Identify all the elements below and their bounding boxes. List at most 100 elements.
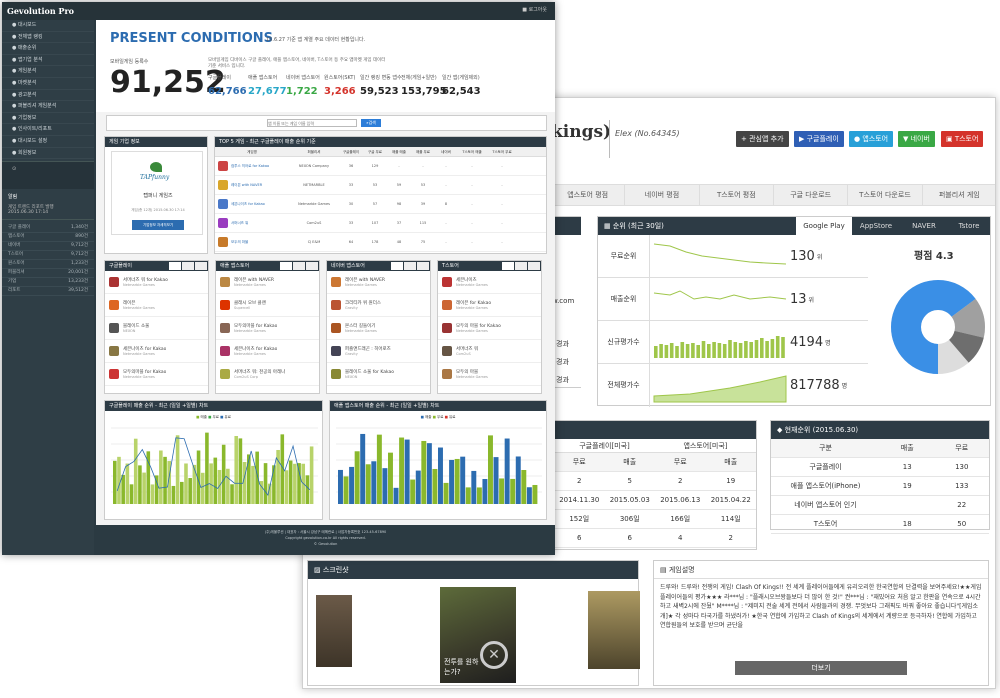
circle-chevron-icon: ⊙ bbox=[12, 166, 17, 173]
list-item[interactable]: 레이븐 Netmarble Games bbox=[105, 294, 208, 317]
tstore-button[interactable]: ▣ T스토어 bbox=[941, 131, 984, 147]
tab-tstore-download[interactable]: T스토어 다운로드 bbox=[848, 185, 923, 205]
sidebar-item[interactable]: ● 인사이트/리포트 bbox=[2, 124, 94, 136]
publisher-name: Com2uS Corp bbox=[234, 375, 259, 379]
table-row[interactable]: 컴투스 히어로 for Kakao NEXON Company 36 129 - - - - - bbox=[215, 157, 546, 176]
tab-publisher-games[interactable]: 퍼블리셔 게임 bbox=[923, 185, 995, 205]
list-item[interactable]: 블레이드 소울 NEXON bbox=[105, 317, 208, 340]
list-tab[interactable] bbox=[515, 262, 527, 270]
list-item[interactable]: 모두의 마블 for Kakao Netmarble Games bbox=[438, 317, 541, 340]
list-item[interactable]: 클래시 오브 클랜 Supercell bbox=[216, 294, 319, 317]
column-header: 네이버 bbox=[441, 150, 451, 154]
list-item[interactable]: 블레이드 소울 for Kakao NEXON bbox=[327, 363, 430, 386]
table-row: T스토어 18 50 bbox=[771, 515, 989, 534]
user-menu[interactable]: ■ 로그아웃 bbox=[522, 6, 547, 13]
tab-naver-rating[interactable]: 네이버 평점 bbox=[625, 185, 700, 205]
list-tab[interactable] bbox=[195, 262, 207, 270]
app-store-button[interactable]: ● 앱스토어 bbox=[849, 131, 894, 147]
sidebar-item[interactable]: ● 게임분석 bbox=[2, 66, 94, 78]
sidebar-item[interactable]: ● 매출순위 bbox=[2, 43, 94, 55]
list-item[interactable]: 크리티카 위 원더스 Gravity bbox=[327, 294, 430, 317]
tab-google-download[interactable]: 구글 다운로드 bbox=[774, 185, 849, 205]
add-favorite-button[interactable]: + 관심앱 추가 bbox=[736, 131, 789, 147]
cell-value: - bbox=[471, 221, 473, 225]
sidebar-item[interactable]: ● 앱기업 분석 bbox=[2, 55, 94, 67]
list-tab[interactable] bbox=[306, 262, 318, 270]
google-play-button[interactable]: ▶ 구글플레이 bbox=[794, 131, 844, 147]
screenshot-thumb[interactable] bbox=[588, 591, 640, 669]
sidebar-nav: ● 대시보드 ● 전체앱 랭킹 ● 매출순위 ● 앱기업 분석 ● 게임분석 ● 마켓분석… bbox=[2, 20, 94, 160]
list-item-text: 레이븐 with NAVER Netmarble Games bbox=[345, 277, 385, 287]
tab-google-play[interactable]: Google Play bbox=[796, 217, 852, 235]
tab-naver[interactable]: NAVER bbox=[900, 217, 948, 235]
list-item[interactable]: 레이븐 with NAVER Netmarble Games bbox=[327, 271, 430, 294]
sidebar-stat-row: 네이버 9,712건 bbox=[2, 242, 94, 252]
list-item[interactable]: 세븐나이츠 for Kakao Netmarble Games bbox=[216, 340, 319, 363]
cell-value: - bbox=[501, 183, 503, 187]
tab-tstore-rating[interactable]: T스토어 평점 bbox=[700, 185, 774, 205]
list-tab[interactable] bbox=[502, 262, 514, 270]
list-item[interactable]: 몬스터 길들이기 Netmarble Games bbox=[327, 317, 430, 340]
search-button[interactable]: ⌕검색 bbox=[361, 119, 381, 127]
list-tab[interactable] bbox=[182, 262, 194, 270]
list-tab[interactable] bbox=[404, 262, 416, 270]
list-item[interactable]: 서머너즈 워 for Kakao Netmarble Games bbox=[105, 271, 208, 294]
more-button[interactable]: 더보기 bbox=[735, 661, 907, 675]
list-item[interactable]: 레이븐 for Kakao Netmarble Games bbox=[438, 294, 541, 317]
list-item-text: 모두의마블 for Kakao Netmarble Games bbox=[123, 369, 166, 379]
screenshot-main[interactable]: 전투를 원하는가? ✕ bbox=[440, 587, 516, 683]
cell-value: 178 bbox=[371, 240, 379, 244]
sidebar-notice-toggle[interactable]: ⊙ bbox=[2, 161, 94, 190]
sidebar-item[interactable]: ● 광고분석 bbox=[2, 90, 94, 102]
list-tab[interactable] bbox=[528, 262, 540, 270]
cell-value: 98 bbox=[396, 202, 402, 206]
google-rank-chart bbox=[111, 427, 318, 504]
list-tab[interactable] bbox=[391, 262, 403, 270]
list-item[interactable]: 퍼즐앤드래곤 : 히어로즈 Gravity bbox=[327, 340, 430, 363]
sidebar-item[interactable]: ● 마켓분석 bbox=[2, 78, 94, 90]
chart-bar bbox=[184, 463, 188, 504]
sidebar-item[interactable]: ● 대시보드 설정 bbox=[2, 136, 94, 148]
list-tab[interactable] bbox=[293, 262, 305, 270]
table-cell: 178 bbox=[363, 240, 387, 244]
screenshot-thumb[interactable] bbox=[316, 595, 352, 667]
tab-appstore-rating[interactable]: 앱스토어 평점 bbox=[551, 185, 626, 205]
chart-bar bbox=[521, 470, 527, 504]
search-input[interactable] bbox=[267, 119, 357, 127]
kpi-value: 59,523 bbox=[360, 86, 399, 97]
cell-value: - bbox=[445, 240, 447, 244]
chart-bar bbox=[129, 484, 134, 504]
table-cell: CJ E&M bbox=[289, 240, 339, 244]
table-row[interactable]: 서머너즈 워 Com2uS 33 107 37 115 - - - bbox=[215, 214, 546, 233]
sidebar-item[interactable]: ● 퍼블리셔 게임분석 bbox=[2, 101, 94, 113]
spark-bar bbox=[685, 344, 690, 358]
cell-value: - bbox=[471, 240, 473, 244]
table-row[interactable]: 세븐나이츠 for Kakao Netmarble Games 30 57 98 39 8 -… bbox=[215, 195, 546, 214]
new-ratings-bars bbox=[654, 336, 785, 358]
list-item[interactable]: 모두의마블 for Kakao Netmarble Games bbox=[216, 317, 319, 340]
sidebar-item[interactable]: ● 기업정보 bbox=[2, 113, 94, 125]
tab-appstore[interactable]: AppStore bbox=[852, 217, 900, 235]
list-item[interactable]: 모두의 마블 Netmarble Games bbox=[438, 363, 541, 386]
company-detail-button[interactable]: 기업정보 자세히보기 bbox=[132, 220, 184, 230]
screenshots-panel: ▨ 스크린샷 전투를 원하는가? ✕ bbox=[307, 560, 640, 686]
list-item[interactable]: 레이븐 with NAVER Netmarble Games bbox=[216, 271, 319, 294]
list-item[interactable]: 모두의마블 for Kakao Netmarble Games bbox=[105, 363, 208, 386]
sidebar-item[interactable]: ● 대시보드 bbox=[2, 20, 94, 32]
tab-tstore[interactable]: Tstore bbox=[948, 217, 990, 235]
kpi-value: 3,266 bbox=[324, 86, 356, 97]
list-tab[interactable] bbox=[169, 262, 181, 270]
sidebar-item[interactable]: ● 회원정보 bbox=[2, 148, 94, 160]
list-item[interactable]: 서머너즈 워: 천공의 아레나 Com2uS Corp bbox=[216, 363, 319, 386]
publisher-name: NEXON bbox=[123, 329, 136, 333]
list-item[interactable]: 세븐나이츠 Netmarble Games bbox=[438, 271, 541, 294]
publisher-name: Netmarble Games bbox=[123, 352, 155, 356]
list-item[interactable]: 서머너즈 워 Com2uS bbox=[438, 340, 541, 363]
list-tab[interactable] bbox=[280, 262, 292, 270]
naver-button[interactable]: ▼ 네이버 bbox=[898, 131, 935, 147]
table-row[interactable]: 모두의 마블 CJ E&M 64 178 48 75 - - - bbox=[215, 233, 546, 252]
sidebar-item[interactable]: ● 전체앱 랭킹 bbox=[2, 32, 94, 44]
list-item[interactable]: 세븐나이츠 for Kakao Netmarble Games bbox=[105, 340, 208, 363]
table-row[interactable]: 레이븐 with NAVER NETMARBLE 33 53 59 53 - - - bbox=[215, 176, 546, 195]
list-tab[interactable] bbox=[417, 262, 429, 270]
